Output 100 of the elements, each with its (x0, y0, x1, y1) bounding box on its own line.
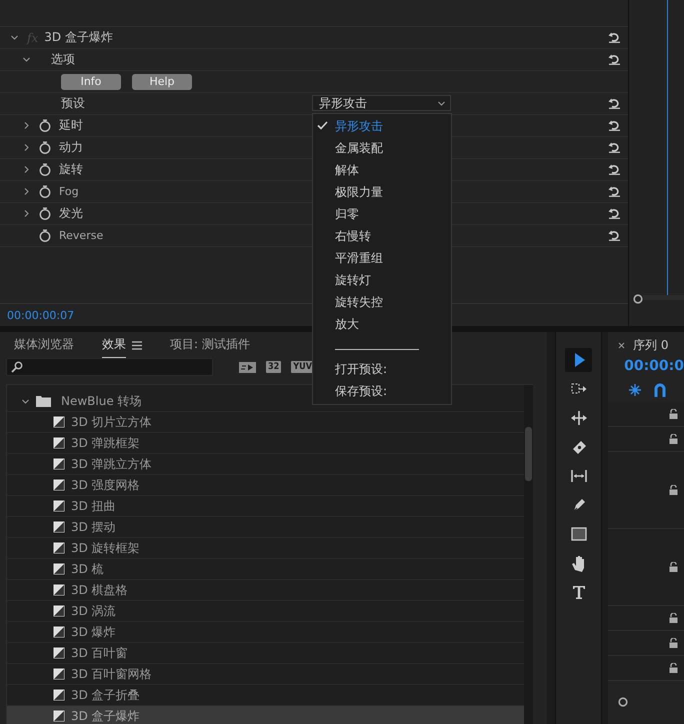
lock-icon[interactable] (669, 485, 678, 495)
chevron-down-icon[interactable] (21, 396, 30, 406)
menu-item[interactable]: 右慢转 (313, 225, 451, 247)
effect-item[interactable]: 3D 涡流 (7, 601, 524, 622)
transition-icon (53, 416, 65, 428)
effect-item[interactable]: 3D 百叶窗网格 (7, 664, 524, 685)
reset-icon[interactable] (608, 229, 621, 241)
transition-icon (53, 479, 65, 491)
menu-item[interactable]: 旋转失控 (313, 291, 451, 313)
menu-item[interactable]: 金属装配 (313, 137, 451, 159)
effect-item[interactable]: 3D 百叶窗 (7, 643, 524, 664)
folder-label[interactable]: NewBlue 转场 (61, 392, 142, 410)
effect-item[interactable]: 3D 弹跳框架 (7, 433, 524, 454)
effect-item[interactable]: 3D 切片立方体 (7, 412, 524, 433)
scrollbar-thumb[interactable] (524, 427, 532, 481)
menu-item[interactable]: 极限力量 (313, 181, 451, 203)
plugin-button[interactable]: Help (132, 74, 192, 90)
lock-icon[interactable] (669, 562, 678, 572)
menu-item[interactable]: 异形攻击 (313, 115, 451, 137)
lock-icon[interactable] (669, 638, 678, 648)
param-label: 发光 (59, 205, 83, 222)
stopwatch-icon[interactable] (39, 229, 51, 242)
menu-item[interactable]: 解体 (313, 159, 451, 181)
transition-icon (53, 647, 65, 659)
effect-item[interactable]: 3D 棋盘格 (7, 580, 524, 601)
magnet-icon[interactable] (654, 383, 666, 397)
accelerated-effects-icon[interactable] (239, 361, 256, 373)
reset-icon[interactable] (608, 141, 621, 153)
filter-badge[interactable]: 32 (266, 361, 282, 373)
menu-item[interactable]: 旋转灯 (313, 269, 451, 291)
search-field[interactable] (6, 358, 213, 376)
transition-icon (53, 437, 65, 449)
menu-item[interactable]: 归零 (313, 203, 451, 225)
zoom-handle-icon[interactable] (633, 294, 643, 304)
rectangle-icon (570, 525, 588, 543)
dropdown-caret-icon[interactable] (437, 98, 446, 108)
close-icon[interactable] (618, 342, 626, 348)
ripple-edit-icon (570, 409, 588, 427)
reset-icon[interactable] (608, 207, 621, 219)
stopwatch-icon[interactable] (39, 163, 51, 176)
lock-icon[interactable] (669, 434, 678, 444)
menu-item[interactable]: 平滑重组 (313, 247, 451, 269)
folder-icon (36, 395, 51, 407)
transition-icon (53, 689, 65, 701)
transition-icon (53, 500, 65, 512)
lock-icon[interactable] (669, 663, 678, 673)
effect-item[interactable]: 3D 爆炸 (7, 622, 524, 643)
reset-icon[interactable] (608, 185, 621, 197)
zoom-handle-icon[interactable] (618, 697, 628, 707)
reset-icon[interactable] (608, 31, 621, 43)
reset-icon[interactable] (608, 163, 621, 175)
transition-icon (53, 542, 65, 554)
transition-icon (53, 521, 65, 533)
transition-icon (53, 563, 65, 575)
checkmark-icon (317, 121, 328, 130)
reset-icon[interactable] (608, 53, 621, 65)
reset-icon[interactable] (608, 97, 621, 109)
transition-icon (53, 626, 65, 638)
transition-icon (53, 458, 65, 470)
effect-item[interactable]: 3D 弹跳立方体 (7, 454, 524, 475)
lock-icon[interactable] (669, 409, 678, 419)
menu-item[interactable]: 保存预设: (313, 380, 451, 402)
param-label: 延时 (59, 117, 83, 134)
effect-item[interactable]: 3D 旋转框架 (7, 538, 524, 559)
chevron-right-icon[interactable] (22, 143, 31, 152)
effect-item[interactable]: 3D 梳 (7, 559, 524, 580)
effect-item[interactable]: 3D 扭曲 (7, 496, 524, 517)
reset-icon[interactable] (608, 119, 621, 131)
chevron-down-icon[interactable] (10, 33, 19, 42)
tool-button[interactable] (565, 348, 592, 372)
chevron-right-icon[interactable] (22, 121, 31, 130)
lock-icon[interactable] (669, 613, 678, 623)
filter-badge[interactable]: YUV (291, 361, 314, 373)
chevron-down-icon[interactable] (22, 55, 31, 64)
chevron-right-icon[interactable] (22, 165, 31, 174)
stopwatch-icon[interactable] (39, 207, 51, 220)
panel-tab[interactable]: 项目: 测试插件 (170, 332, 250, 358)
stopwatch-icon[interactable] (39, 119, 51, 132)
stopwatch-icon[interactable] (39, 141, 51, 154)
plugin-button[interactable]: Info (61, 74, 121, 90)
menu-item[interactable]: 放大 (313, 313, 451, 335)
transition-icon (53, 710, 65, 722)
transition-icon (53, 584, 65, 596)
menu-icon[interactable] (132, 340, 142, 350)
snap-icon[interactable] (628, 383, 642, 397)
preset-dropdown[interactable]: 异形攻击 (312, 95, 451, 111)
slip-icon (570, 467, 588, 485)
effect-item[interactable]: 3D 摆动 (7, 517, 524, 538)
panel-tab[interactable]: 媒体浏览器 (14, 332, 74, 358)
effect-item[interactable]: 3D 强度网格 (7, 475, 524, 496)
param-label: Reverse (59, 229, 104, 242)
chevron-right-icon[interactable] (22, 209, 31, 218)
sequence-tab[interactable]: 序列 0 (633, 336, 669, 354)
chevron-right-icon[interactable] (22, 187, 31, 196)
stopwatch-icon[interactable] (39, 185, 51, 198)
param-label: Fog (59, 185, 79, 198)
timecode: 00:00:0 (624, 358, 684, 374)
search-icon (11, 361, 23, 373)
menu-item[interactable]: 打开预设: (313, 358, 451, 380)
effect-item[interactable]: 3D 盒子爆炸 (7, 706, 524, 724)
